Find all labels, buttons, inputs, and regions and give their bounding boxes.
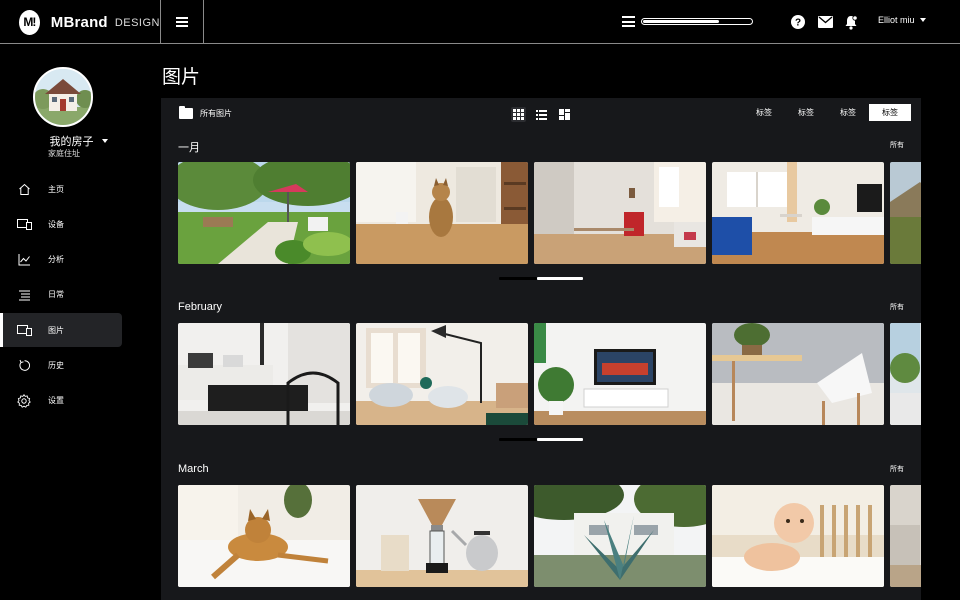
progress-bar (641, 18, 753, 25)
tag-button[interactable]: 标签 (785, 104, 827, 121)
list-icon (16, 287, 32, 303)
carousel-pager[interactable] (499, 438, 583, 441)
sidebar-item-photos[interactable]: 图片 (0, 313, 122, 348)
section-title: February (178, 301, 223, 313)
sidebar-item-label: 设置 (48, 396, 64, 406)
section-title: March (178, 463, 209, 475)
photo-cat-bed[interactable] (178, 485, 350, 587)
house-address: 家庭住址 (48, 149, 80, 158)
top-bar: M! MBrand DESIGN ? Elliot miu (0, 0, 960, 44)
devices-icon (16, 216, 32, 232)
photo-row (178, 323, 921, 425)
page-title: 图片 (162, 67, 201, 88)
mosaic-view-icon[interactable] (557, 107, 572, 122)
devices-icon (16, 322, 32, 338)
mail-icon[interactable] (817, 14, 833, 30)
photo-bedroom-dark[interactable] (178, 323, 350, 425)
tag-filters: 标签 标签 标签 标签 (743, 104, 911, 121)
photo-bedroom-green[interactable] (890, 323, 921, 425)
pager-dot-active (537, 438, 583, 441)
tag-button-selected[interactable]: 标签 (869, 104, 911, 121)
photo-dining-chairs[interactable] (712, 323, 884, 425)
photo-room-partial[interactable] (890, 485, 921, 587)
sidebar-nav: 主页 设备 分析 日常 图片 历史 设置 (0, 172, 145, 419)
view-switcher (511, 107, 580, 122)
photo-agave-house[interactable] (534, 485, 706, 587)
photo-coffee[interactable] (356, 485, 528, 587)
sidebar-item-label: 设备 (48, 219, 64, 229)
photo-row (178, 162, 921, 264)
sidebar: 我的房子 家庭住址 主页 设备 分析 日常 图片 历史 设置 (0, 45, 145, 600)
sidebar-item-history[interactable]: 历史 (0, 348, 122, 382)
help-icon[interactable]: ? (790, 14, 806, 30)
see-all-link[interactable]: 所有 (890, 302, 904, 312)
pager-dot (499, 277, 537, 280)
brand-subtitle: DESIGN (114, 17, 160, 29)
chevron-down-icon (919, 18, 926, 22)
brand-logo: M! (19, 9, 40, 35)
sidebar-item-label: 历史 (48, 360, 64, 370)
sidebar-item-home[interactable]: 主页 (0, 172, 122, 206)
sidebar-item-label: 分析 (48, 255, 64, 265)
photo-living-lamp[interactable] (356, 323, 528, 425)
section-title: 一月 (178, 142, 200, 154)
bell-icon[interactable] (843, 14, 859, 30)
all-photos-folder[interactable]: 所有图片 (179, 106, 232, 119)
sidebar-item-label: 日常 (48, 290, 64, 300)
tag-button[interactable]: 标签 (827, 104, 869, 121)
list-icon[interactable] (622, 16, 635, 27)
photo-mountain[interactable] (890, 162, 921, 264)
home-icon (16, 181, 32, 197)
brand-name: MBrand (50, 13, 108, 31)
sidebar-item-settings[interactable]: 设置 (0, 384, 122, 418)
sidebar-item-label: 图片 (48, 325, 64, 335)
user-menu[interactable]: Elliot miu (878, 15, 926, 25)
folder-icon (179, 106, 193, 119)
photo-garden[interactable] (178, 162, 350, 264)
gear-icon (16, 393, 32, 409)
see-all-link[interactable]: 所有 (890, 464, 904, 474)
folder-label: 所有图片 (200, 109, 232, 118)
house-name: 我的房子 (49, 136, 94, 148)
sidebar-item-devices[interactable]: 设备 (0, 207, 122, 241)
panel-header: 所有图片 标签 标签 标签 标签 (161, 98, 921, 130)
menu-button[interactable] (161, 0, 204, 44)
photo-tv-room[interactable] (534, 323, 706, 425)
avatar[interactable] (33, 67, 93, 127)
photo-living-room-blue[interactable] (712, 162, 884, 264)
sidebar-item-label: 主页 (48, 184, 64, 194)
photo-row (178, 485, 921, 587)
pager-dot-active (537, 277, 583, 280)
chevron-down-icon (101, 139, 108, 143)
sidebar-item-analysis[interactable]: 分析 (0, 243, 122, 277)
tag-button[interactable]: 标签 (743, 104, 785, 121)
list-view-icon[interactable] (534, 107, 549, 122)
history-icon (16, 357, 32, 373)
house-selector[interactable]: 我的房子 (0, 133, 145, 149)
progress-fill (643, 20, 719, 23)
user-name: Elliot miu (878, 15, 915, 25)
photos-panel: 所有图片 标签 标签 标签 标签 一月 所有 February 所有 March… (161, 98, 921, 600)
carousel-pager[interactable] (499, 277, 583, 280)
svg-text:?: ? (795, 18, 801, 29)
hamburger-icon (176, 17, 188, 27)
photo-living-room-red[interactable] (534, 162, 706, 264)
sidebar-item-daily[interactable]: 日常 (0, 278, 122, 312)
see-all-link[interactable]: 所有 (890, 140, 904, 150)
brand[interactable]: M! MBrand DESIGN (0, 0, 161, 44)
chart-icon (16, 252, 32, 268)
grid-view-icon[interactable] (511, 107, 526, 122)
photo-cat-kitchen[interactable] (356, 162, 528, 264)
pager-dot (499, 438, 537, 441)
photo-baby[interactable] (712, 485, 884, 587)
